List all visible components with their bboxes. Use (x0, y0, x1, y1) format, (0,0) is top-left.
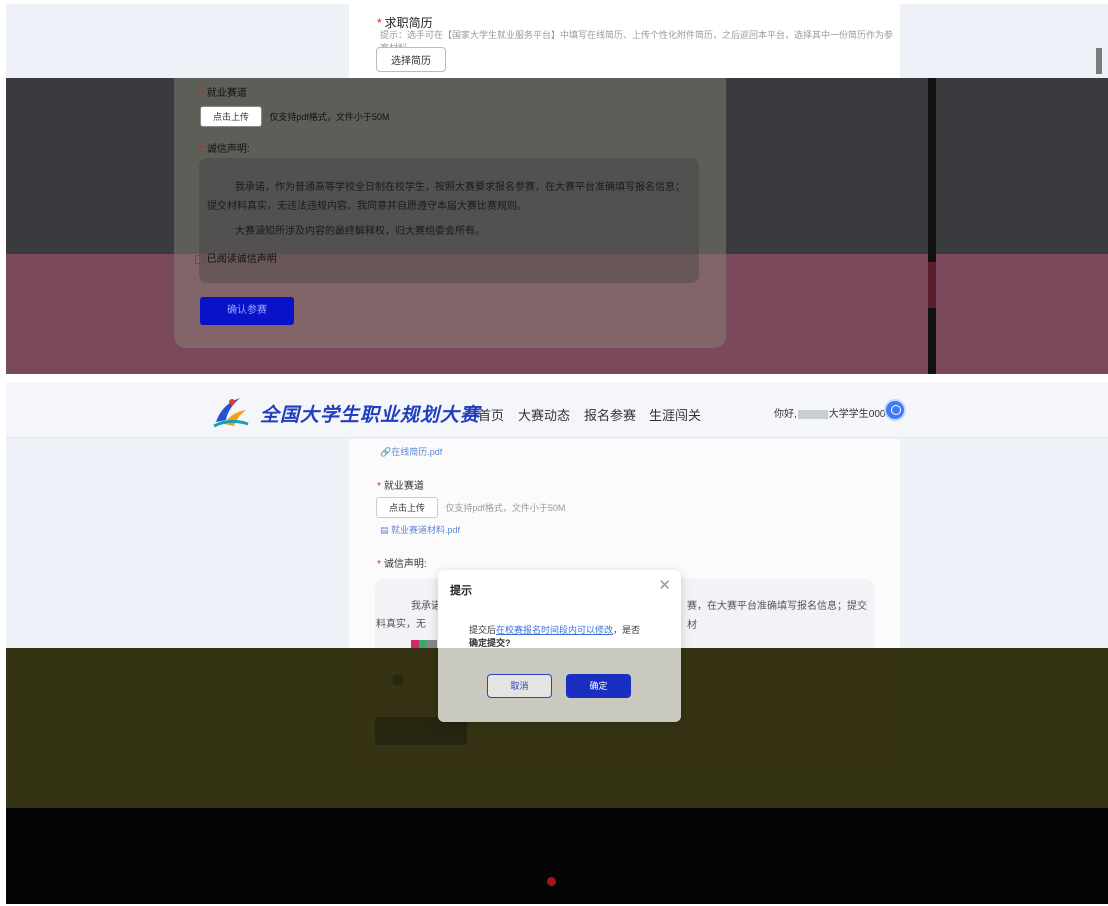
bottom-screenshot-panel: 全国大学生职业规划大赛 首页 大赛动态 报名参赛 生涯闯关 你好, 大学学生000… (6, 382, 1108, 904)
declaration-text-2: 大赛涵知所涉及内容的最终解释权，归大赛组委会所有。 (235, 226, 485, 237)
resume-section: * 求职简历 提示：选手可在【国家大学生就业服务平台】中填写在线简历、上传个性化附… (349, 4, 900, 78)
greeting-prefix: 你好, (774, 409, 797, 420)
required-mark: * (200, 88, 204, 99)
top-navigation: 全国大学生职业规划大赛 首页 大赛动态 报名参赛 生涯闯关 你好, 大学学生000… (6, 382, 1108, 438)
dialog-message-link[interactable]: 在校赛报名时间段内可以修改 (496, 625, 613, 635)
confirm-submit-dialog: 提示 ✕ 提交后在校赛报名时间段内可以修改，是否 确定提交? 取消 确定 (438, 570, 681, 722)
dialog-message: 提交后在校赛报名时间段内可以修改，是否 确定提交? (469, 625, 641, 648)
link-icon: 🔗 (380, 447, 392, 457)
nav-link-news[interactable]: 大赛动态 (518, 405, 570, 424)
required-mark: * (200, 144, 204, 155)
black-overlay-band (6, 808, 1108, 904)
nav-link-register[interactable]: 报名参赛 (584, 405, 636, 424)
user-avatar-icon[interactable] (884, 399, 906, 421)
declaration-box: 我承诺，作为普通高等学校全日制在校学生，按照大赛要求报名参赛，在大赛平台准确填写… (195, 158, 699, 283)
render-glitch (411, 640, 437, 648)
username: 大学学生0001 (828, 409, 892, 420)
agree-checkbox-label: 已阅读诚信声明 (206, 254, 277, 265)
declaration-text-right: 赛，在大赛平台准确填写报名信息；提交材 (687, 601, 867, 631)
track-section-title: 就业赛道 (383, 481, 424, 492)
blurred-username (797, 409, 828, 419)
upload-hint: 仅支持pdf格式，文件小于50M (269, 112, 390, 122)
brand-logo-icon (213, 398, 249, 428)
resume-hint: 提示：选手可在【国家大学生就业服务平台】中填写在线简历、上传个性化附件简历，之后… (380, 30, 894, 53)
required-mark: * (377, 559, 381, 570)
registration-card: * 就业赛道 点击上传 仅支持pdf格式，文件小于50M * 诚信声明: 我承诺，作… (174, 78, 726, 348)
dialog-title: 提示 (450, 585, 472, 597)
window-scrollbar[interactable] (1096, 48, 1102, 74)
resume-file-link[interactable]: 🔗在线简历.pdf (380, 445, 442, 458)
upload-button[interactable]: 点击上传 (200, 106, 263, 127)
required-mark: * (377, 481, 381, 492)
brand-title[interactable]: 全国大学生职业规划大赛 (260, 400, 480, 427)
declaration-title: 诚信声明: (383, 559, 427, 570)
declaration-text-left: 我承诺 (411, 601, 441, 612)
user-greeting: 你好, 大学学生0001 (774, 405, 891, 420)
select-resume-button[interactable]: 选择简历 (376, 47, 446, 72)
upload-button[interactable]: 点击上传 (376, 497, 439, 518)
top-screenshot-panel: * 求职简历 提示：选手可在【国家大学生就业服务平台】中填写在线简历、上传个性化附… (6, 4, 1108, 374)
scrollbar-thumb[interactable] (928, 262, 936, 308)
nav-link-home[interactable]: 首页 (478, 405, 504, 424)
cancel-button[interactable]: 取消 (487, 674, 552, 698)
close-icon[interactable]: ✕ (658, 576, 671, 594)
red-dot-marker (547, 877, 556, 886)
dialog-message-question: 确定提交? (469, 638, 511, 648)
scrollbar-track[interactable] (928, 78, 936, 374)
dialog-overlay-shade (438, 648, 681, 722)
nav-link-career[interactable]: 生涯闯关 (649, 405, 701, 424)
upload-hint: 仅支持pdf格式，文件小于50M (445, 503, 566, 513)
agree-checkbox[interactable] (195, 254, 204, 264)
declaration-text-1: 我承诺，作为普通高等学校全日制在校学生，按照大赛要求报名参赛，在大赛平台准确填写… (207, 182, 685, 212)
track-file-link[interactable]: ▤ 就业赛道材料.pdf (380, 523, 460, 536)
confirm-entry-button[interactable]: 确认参赛 (200, 297, 294, 325)
declaration-text-line2: 料真实，无 (376, 619, 426, 630)
declaration-title: 诚信声明: (206, 144, 250, 155)
document-icon: ▤ (380, 525, 389, 535)
track-section-title: 就业赛道 (206, 88, 247, 99)
ok-button[interactable]: 确定 (566, 674, 631, 698)
